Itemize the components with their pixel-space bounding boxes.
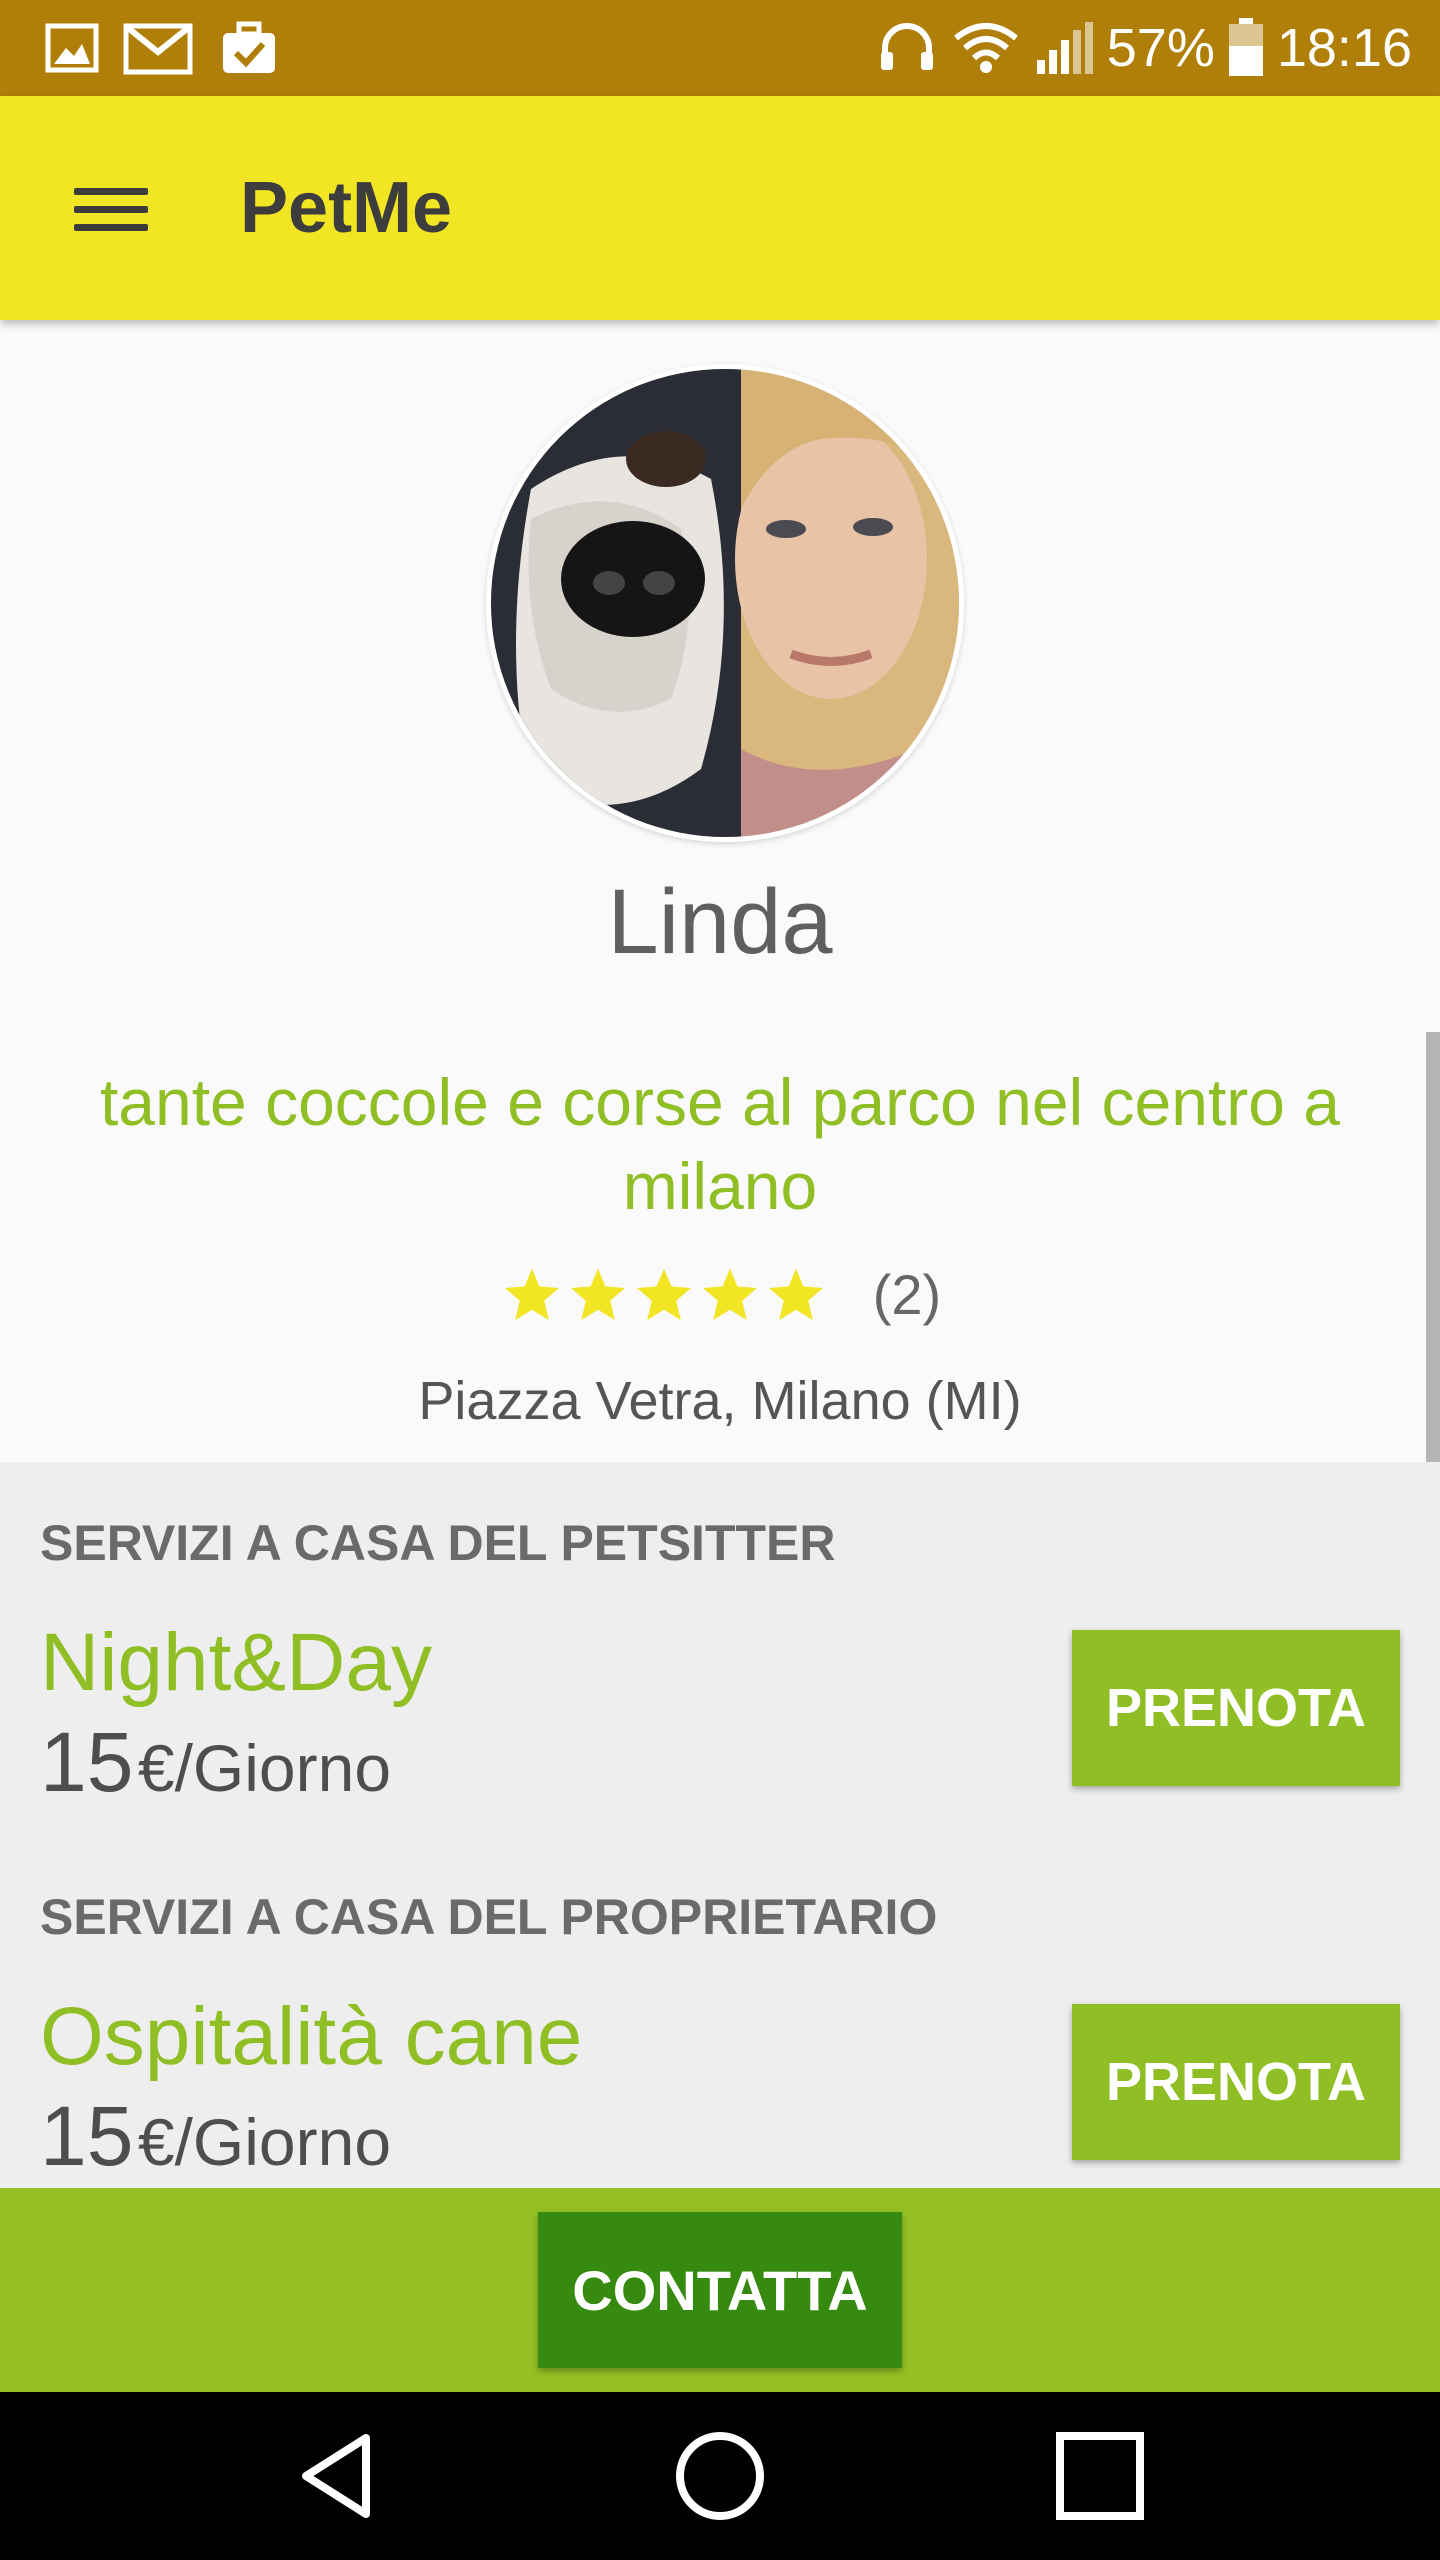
star-icon xyxy=(768,1268,823,1320)
back-icon[interactable] xyxy=(280,2416,400,2536)
image-icon xyxy=(45,23,99,73)
signal-icon xyxy=(1036,22,1093,74)
star-icon xyxy=(702,1268,757,1320)
wifi-icon xyxy=(953,23,1018,73)
service-price-value: 15 xyxy=(40,1715,134,1809)
bottom-action-bar: CONTATTA xyxy=(0,2188,1440,2392)
section-heading-owner: SERVIZI A CASA DEL PROPRIETARIO xyxy=(40,1889,938,1945)
section-heading-petsitter: SERVIZI A CASA DEL PETSITTER xyxy=(40,1515,836,1571)
services-section: SERVIZI A CASA DEL PETSITTER Night&Day 1… xyxy=(0,1462,1440,2190)
service-price: 15 €/Giorno xyxy=(40,2088,391,2185)
star-icon xyxy=(636,1268,691,1320)
book-button[interactable]: PRENOTA xyxy=(1072,2004,1400,2160)
service-price-unit: €/Giorno xyxy=(137,2105,392,2179)
gmail-icon xyxy=(123,23,193,75)
rating: (2) xyxy=(0,1262,1440,1327)
briefcase-check-icon xyxy=(223,21,275,73)
status-indicators: 57% 18:16 xyxy=(875,0,1412,96)
service-name: Night&Day xyxy=(40,1617,432,1708)
scrollbar[interactable] xyxy=(1426,1032,1440,1496)
hamburger-menu-icon[interactable] xyxy=(44,152,156,264)
system-nav-bar xyxy=(0,2392,1440,2560)
avatar xyxy=(486,364,964,842)
app-title: PetMe xyxy=(240,168,453,248)
sitter-address: Piazza Vetra, Milano (MI) xyxy=(418,1371,1022,1431)
star-icon xyxy=(570,1268,625,1320)
rating-stars xyxy=(499,1265,829,1325)
home-icon[interactable] xyxy=(660,2416,780,2536)
clock: 18:16 xyxy=(1276,18,1412,78)
headset-icon xyxy=(880,23,933,70)
battery-percent: 57% xyxy=(1106,18,1215,78)
profile-photo xyxy=(491,369,959,837)
battery-icon xyxy=(1228,18,1263,76)
rating-count: (2) xyxy=(872,1263,942,1326)
service-price-value: 15 xyxy=(40,2089,134,2183)
sitter-bio: tante coccole e corse al parco nel centr… xyxy=(99,1065,1341,1223)
star-icon xyxy=(504,1268,559,1320)
book-button[interactable]: PRENOTA xyxy=(1072,1630,1400,1786)
status-bar: 57% 18:16 xyxy=(0,0,1440,96)
service-price: 15 €/Giorno xyxy=(40,1714,391,1811)
service-price-unit: €/Giorno xyxy=(137,1731,392,1805)
recents-icon[interactable] xyxy=(1040,2416,1160,2536)
service-name: Ospitalità cane xyxy=(40,1991,583,2082)
sitter-name: Linda xyxy=(607,871,833,973)
contact-button[interactable]: CONTATTA xyxy=(538,2212,902,2368)
app-bar: PetMe xyxy=(0,96,1440,320)
